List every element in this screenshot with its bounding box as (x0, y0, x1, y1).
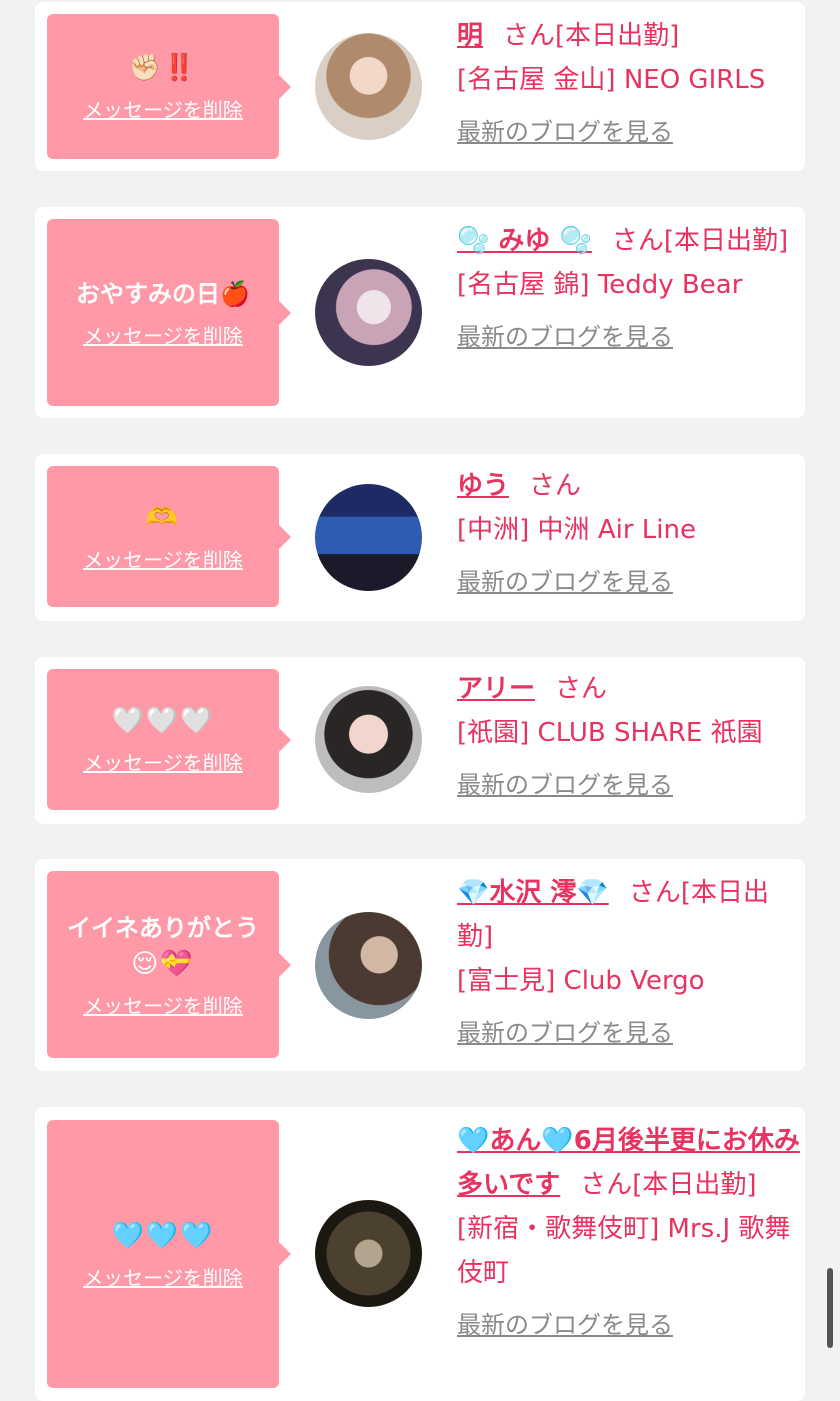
latest-blog-link[interactable]: 最新のブログを見る (457, 110, 673, 154)
message-bubble: ✊🏻‼️ メッセージを削除 (47, 14, 291, 159)
latest-blog-link[interactable]: 最新のブログを見る (457, 560, 673, 604)
honorific: さん (580, 1170, 633, 1200)
shop-location: [中洲] 中洲 Air Line (457, 515, 696, 545)
honorific: さん (611, 226, 664, 256)
honorific: さん (628, 878, 681, 908)
message-text: おやすみの日🍎 (76, 280, 250, 308)
message-card: イイネありがとう 😌💝 メッセージを削除 💎水沢 澪💎 さん[本日出勤] [富士見… (35, 859, 805, 1071)
delete-message-link[interactable]: メッセージを削除 (83, 1262, 243, 1291)
profile-info: 🩵あん🩵6月後半更にお休み多いです さん[本日出勤] [新宿・歌舞伎町] Mrs.… (457, 1119, 802, 1347)
message-text: 🤍🤍🤍 (111, 706, 215, 736)
avatar[interactable] (315, 1200, 422, 1307)
message-text: ✊🏻‼️ (128, 53, 198, 83)
message-card: 🫶 メッセージを削除 ゆう さん [中洲] 中洲 Air Line 最新のブログを… (35, 454, 805, 621)
delete-message-link[interactable]: メッセージを削除 (83, 747, 243, 776)
message-card: ✊🏻‼️ メッセージを削除 明さん[本日出勤] [名古屋 金山] NEO GIR… (35, 2, 805, 171)
latest-blog-link[interactable]: 最新のブログを見る (457, 1011, 673, 1055)
shop-location: [祇園] CLUB SHARE 祇園 (457, 718, 763, 748)
message-text: イイネありがとう (67, 914, 259, 942)
profile-info: 💎水沢 澪💎 さん[本日出勤] [富士見] Club Vergo 最新のブログを見… (457, 871, 802, 1055)
avatar[interactable] (315, 33, 422, 140)
profile-info: 明さん[本日出勤] [名古屋 金山] NEO GIRLS 最新のブログを見る (457, 14, 802, 154)
latest-blog-link[interactable]: 最新のブログを見る (457, 763, 673, 807)
work-status: [本日出勤] (632, 1170, 757, 1200)
profile-info: 🫧 みゆ 🫧 さん[本日出勤] [名古屋 錦] Teddy Bear 最新のブログ… (457, 219, 802, 359)
profile-name-link[interactable]: アリー (457, 674, 535, 704)
message-bubble: 🤍🤍🤍 メッセージを削除 (47, 669, 291, 810)
message-card: 🤍🤍🤍 メッセージを削除 アリー さん [祇園] CLUB SHARE 祇園 最新… (35, 657, 805, 824)
avatar[interactable] (315, 484, 422, 591)
message-bubble: 🫶 メッセージを削除 (47, 466, 291, 607)
honorific: さん (529, 471, 582, 501)
shop-location: [新宿・歌舞伎町] Mrs.J 歌舞伎町 (457, 1214, 791, 1288)
shop-location: [名古屋 錦] Teddy Bear (457, 270, 743, 300)
message-bubble: イイネありがとう 😌💝 メッセージを削除 (47, 871, 291, 1058)
message-bubble: 🩵🩵🩵 メッセージを削除 (47, 1120, 291, 1388)
profile-name-link[interactable]: 💎水沢 澪💎 (457, 878, 609, 908)
delete-message-link[interactable]: メッセージを削除 (83, 94, 243, 123)
profile-name-link[interactable]: 明 (457, 21, 483, 51)
delete-message-link[interactable]: メッセージを削除 (83, 990, 243, 1019)
latest-blog-link[interactable]: 最新のブログを見る (457, 315, 673, 359)
latest-blog-link[interactable]: 最新のブログを見る (457, 1303, 673, 1347)
profile-info: アリー さん [祇園] CLUB SHARE 祇園 最新のブログを見る (457, 667, 802, 807)
message-text: 🩵🩵🩵 (111, 1220, 215, 1251)
profile-name-link[interactable]: 🫧 みゆ 🫧 (457, 226, 592, 256)
profile-info: ゆう さん [中洲] 中洲 Air Line 最新のブログを見る (457, 464, 802, 604)
delete-message-link[interactable]: メッセージを削除 (83, 544, 243, 573)
message-bubble: おやすみの日🍎 メッセージを削除 (47, 219, 291, 406)
message-card: 🩵🩵🩵 メッセージを削除 🩵あん🩵6月後半更にお休み多いです さん[本日出勤] [… (35, 1107, 805, 1401)
honorific: さん (555, 674, 608, 704)
delete-message-link[interactable]: メッセージを削除 (83, 320, 243, 349)
avatar[interactable] (315, 259, 422, 366)
profile-name-link[interactable]: ゆう (457, 471, 509, 501)
avatar[interactable] (315, 686, 422, 793)
message-card: おやすみの日🍎 メッセージを削除 🫧 みゆ 🫧 さん[本日出勤] [名古屋 錦] … (35, 207, 805, 418)
honorific: さん (503, 21, 556, 51)
work-status: [本日出勤] (555, 21, 680, 51)
message-text: 🫶 (145, 503, 181, 533)
avatar[interactable] (315, 912, 422, 1019)
shop-location: [名古屋 金山] NEO GIRLS (457, 65, 766, 95)
scrollbar-thumb[interactable] (827, 1268, 833, 1348)
message-emoji: 🍎 (220, 280, 250, 308)
shop-location: [富士見] Club Vergo (457, 966, 705, 996)
message-emoji: 😌💝 (131, 949, 195, 979)
work-status: [本日出勤] (663, 226, 789, 256)
